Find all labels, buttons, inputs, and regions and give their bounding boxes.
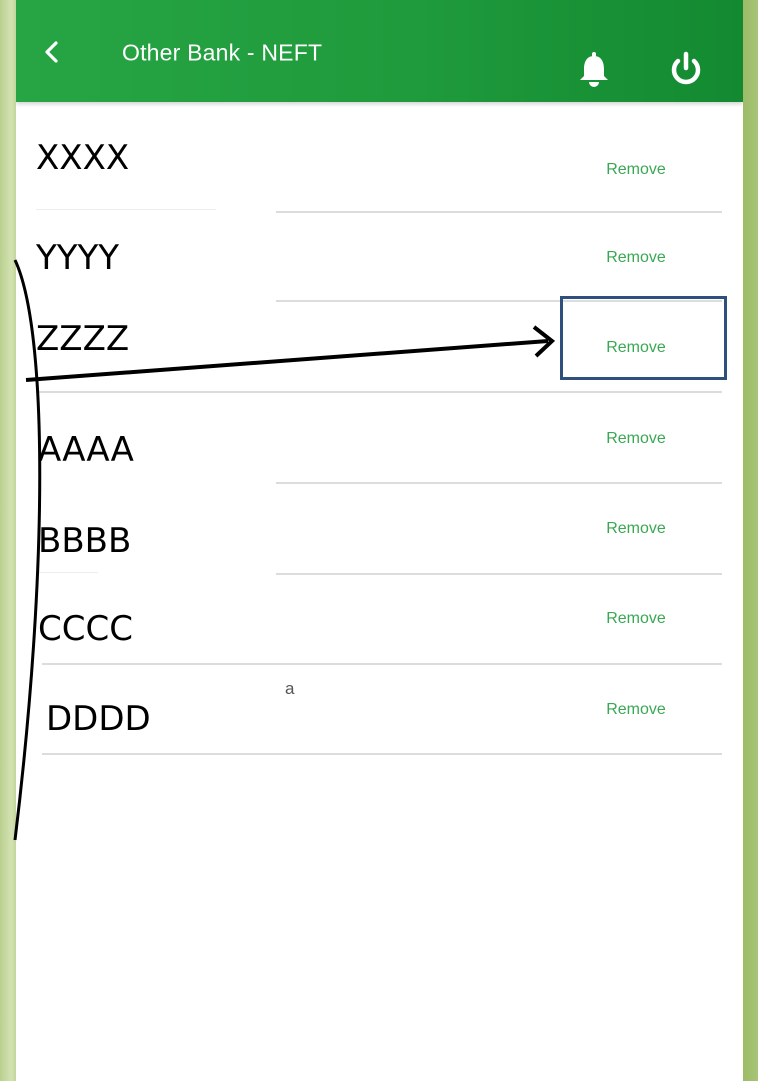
bell-icon[interactable] bbox=[574, 50, 614, 90]
remove-button[interactable]: Remove bbox=[590, 162, 682, 178]
app-bar: Other Bank - NEFT bbox=[16, 0, 743, 102]
remove-button[interactable]: Remove bbox=[590, 431, 682, 447]
remove-button[interactable]: Remove bbox=[590, 702, 682, 718]
page-title: Other Bank - NEFT bbox=[122, 39, 323, 66]
power-icon[interactable] bbox=[666, 50, 706, 90]
row-divider bbox=[276, 573, 722, 575]
remove-button[interactable]: Remove bbox=[590, 250, 682, 266]
row-divider bbox=[38, 572, 98, 573]
stray-text: a bbox=[285, 679, 295, 698]
beneficiary-name: AAAA bbox=[38, 430, 134, 470]
annotation-highlight-box bbox=[560, 296, 727, 380]
row-divider bbox=[276, 211, 722, 213]
beneficiary-name: YYYY bbox=[36, 238, 120, 278]
chevron-left-icon[interactable] bbox=[38, 38, 66, 66]
row-divider bbox=[36, 209, 216, 210]
phone-screen: Other Bank - NEFT XXXX Remove YYYY Remov… bbox=[16, 0, 743, 1081]
beneficiary-name: DDDD bbox=[46, 699, 151, 739]
remove-button[interactable]: Remove bbox=[590, 521, 682, 537]
beneficiary-name: BBBB bbox=[38, 521, 132, 561]
row-divider bbox=[42, 663, 722, 665]
beneficiary-name: ZZZZ bbox=[36, 319, 130, 359]
row-divider bbox=[42, 753, 722, 755]
beneficiary-name: XXXX bbox=[36, 138, 130, 178]
remove-button[interactable]: Remove bbox=[590, 611, 682, 627]
row-divider bbox=[276, 482, 722, 484]
row-divider bbox=[36, 391, 722, 393]
beneficiary-name: CCCC bbox=[38, 609, 133, 649]
